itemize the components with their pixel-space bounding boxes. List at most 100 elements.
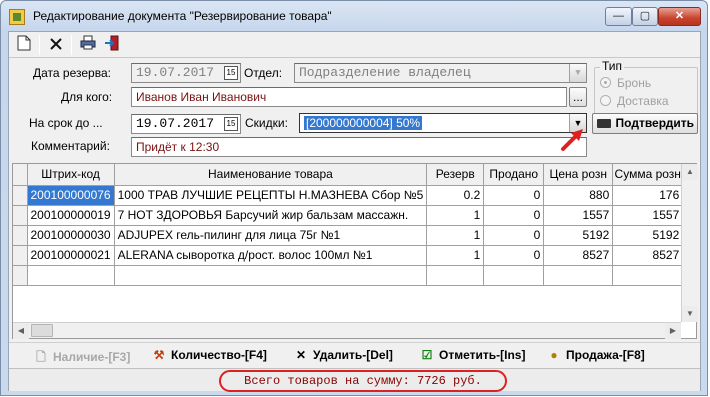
barcode-cell[interactable]: 200100000030 bbox=[27, 225, 115, 246]
reserve-cell[interactable]: 1 bbox=[426, 225, 485, 246]
reserve-date-field[interactable]: 19.07.2017 15 bbox=[131, 63, 241, 83]
print-icon[interactable] bbox=[77, 35, 99, 55]
confirm-button-label: Подтвердить bbox=[615, 116, 694, 130]
table-row[interactable]: 200100000021 ALERANA сыворотка д/рост. в… bbox=[13, 245, 684, 266]
scroll-right-icon[interactable]: ▶ bbox=[665, 323, 681, 339]
department-select[interactable]: Подразделение владелец ▼ bbox=[294, 63, 587, 83]
column-header-name[interactable]: Наименование товара bbox=[114, 164, 428, 186]
name-cell[interactable]: ALERANA сыворотка д/рост. волос 100мл №1 bbox=[114, 245, 428, 266]
row-indicator[interactable] bbox=[13, 225, 28, 246]
check-icon: ☑ bbox=[421, 348, 433, 362]
empty-cell[interactable] bbox=[426, 265, 485, 286]
empty-cell[interactable] bbox=[483, 265, 545, 286]
price-cell[interactable]: 880 bbox=[543, 185, 614, 206]
title-bar[interactable]: Редактирование документа "Резервирование… bbox=[1, 1, 707, 31]
price-cell[interactable]: 8527 bbox=[543, 245, 614, 266]
column-header-sold[interactable]: Продано bbox=[483, 164, 545, 186]
empty-cell[interactable] bbox=[612, 265, 684, 286]
row-indicator[interactable] bbox=[13, 265, 28, 286]
due-date-field[interactable]: 19.07.2017 15 bbox=[131, 114, 241, 134]
delete-icon[interactable] bbox=[45, 35, 67, 55]
calendar-icon[interactable]: 15 bbox=[224, 117, 238, 131]
action-bar: 🗋 Наличие-[F3] ⚒ Количество-[F4] ✕ Удалить-… bbox=[9, 342, 700, 368]
barcode-cell[interactable]: 200100000076 bbox=[27, 185, 115, 206]
column-header-barcode[interactable]: Штрих-код bbox=[27, 164, 115, 186]
table-row[interactable]: 200100000076 1000 ТРАВ ЛУЧШИЕ РЕЦЕПТЫ Н.… bbox=[13, 185, 684, 206]
reserve-cell[interactable]: 1 bbox=[426, 245, 485, 266]
scroll-down-icon[interactable]: ▼ bbox=[682, 306, 698, 322]
sold-cell[interactable]: 0 bbox=[483, 185, 545, 206]
vertical-scrollbar[interactable]: ▲ ▼ bbox=[681, 164, 698, 322]
app-icon bbox=[9, 9, 25, 25]
exit-icon[interactable] bbox=[101, 35, 123, 55]
radio-dot-icon bbox=[600, 77, 611, 88]
radio-dot-icon bbox=[600, 95, 611, 106]
empty-cell[interactable] bbox=[114, 265, 428, 286]
name-cell[interactable]: ADJUPEX гель-пилинг для лица 75г №1 bbox=[114, 225, 428, 246]
department-label: Отдел: bbox=[244, 66, 283, 80]
column-header-price[interactable]: Цена розн bbox=[543, 164, 614, 186]
for-whom-field[interactable]: Иванов Иван Иванович bbox=[131, 87, 567, 107]
reserve-cell[interactable]: 0.2 bbox=[426, 185, 485, 206]
barcode-cell[interactable]: 200100000019 bbox=[27, 205, 115, 226]
sum-cell[interactable]: 176 bbox=[612, 185, 684, 206]
sum-cell[interactable]: 5192 bbox=[612, 225, 684, 246]
goods-table[interactable]: Штрих-код Наименование товара Резерв Про… bbox=[12, 163, 698, 339]
comment-field[interactable]: Придёт к 12:30 bbox=[131, 137, 587, 157]
type-radio-delivery[interactable]: Доставка bbox=[600, 94, 669, 108]
empty-cell[interactable] bbox=[543, 265, 614, 286]
delete-x-icon: ✕ bbox=[295, 348, 307, 362]
discounts-label: Скидки: bbox=[245, 116, 288, 130]
document-window: Редактирование документа "Резервирование… bbox=[0, 0, 708, 396]
empty-cell[interactable] bbox=[27, 265, 115, 286]
confirm-button[interactable]: Подтвердить bbox=[592, 113, 698, 134]
table-row-empty[interactable] bbox=[13, 265, 684, 286]
type-radio-reservation[interactable]: Бронь bbox=[600, 76, 651, 90]
type-option-label: Доставка bbox=[617, 94, 669, 108]
quantity-label: Количество-[F4] bbox=[171, 348, 267, 362]
row-indicator[interactable] bbox=[13, 245, 28, 266]
scroll-up-icon[interactable]: ▲ bbox=[682, 164, 698, 180]
column-header-reserve[interactable]: Резерв bbox=[426, 164, 485, 186]
department-value: Подразделение владелец bbox=[299, 65, 471, 80]
discounts-select[interactable]: [200000000004] 50% ▼ bbox=[299, 113, 587, 133]
calendar-icon[interactable]: 15 bbox=[224, 66, 238, 80]
price-cell[interactable]: 1557 bbox=[543, 205, 614, 226]
status-bar: Всего товаров на сумму: 7726 руб. bbox=[9, 368, 700, 392]
mark-button[interactable]: ☑ Отметить-[Ins] bbox=[419, 348, 526, 362]
scroll-thumb[interactable] bbox=[31, 324, 53, 337]
window-title: Редактирование документа "Резервирование… bbox=[33, 9, 332, 23]
quantity-button[interactable]: ⚒ Количество-[F4] bbox=[151, 348, 267, 362]
row-indicator[interactable] bbox=[13, 185, 28, 206]
scroll-left-icon[interactable]: ◀ bbox=[13, 323, 29, 339]
total-sum-text: Всего товаров на сумму: 7726 руб. bbox=[219, 370, 507, 392]
maximize-button[interactable]: ▢ bbox=[632, 7, 658, 26]
column-header-sum[interactable]: Сумма розн bbox=[612, 164, 684, 186]
sale-button[interactable]: ● Продажа-[F8] bbox=[546, 348, 645, 362]
comment-value: Придёт к 12:30 bbox=[136, 140, 220, 154]
price-cell[interactable]: 5192 bbox=[543, 225, 614, 246]
sum-cell[interactable]: 8527 bbox=[612, 245, 684, 266]
sold-cell[interactable]: 0 bbox=[483, 245, 545, 266]
sold-cell[interactable]: 0 bbox=[483, 225, 545, 246]
horizontal-scrollbar[interactable]: ◀ ▶ bbox=[13, 322, 681, 339]
reserve-cell[interactable]: 1 bbox=[426, 205, 485, 226]
barcode-cell[interactable]: 200100000021 bbox=[27, 245, 115, 266]
sold-cell[interactable]: 0 bbox=[483, 205, 545, 226]
row-indicator[interactable] bbox=[13, 205, 28, 226]
availability-button[interactable]: 🗋 Наличие-[F3] bbox=[33, 348, 130, 369]
close-button[interactable]: ✕ bbox=[658, 7, 701, 26]
name-cell[interactable]: 7 НОТ ЗДОРОВЬЯ Барсучий жир бальзам масс… bbox=[114, 205, 428, 226]
minimize-button[interactable]: — bbox=[605, 7, 632, 26]
choose-client-button[interactable]: ... bbox=[569, 87, 587, 107]
name-cell[interactable]: 1000 ТРАВ ЛУЧШИЕ РЕЦЕПТЫ Н.МАЗНЕВА Сбор … bbox=[114, 185, 428, 206]
sale-label: Продажа-[F8] bbox=[566, 348, 645, 362]
due-date-value: 19.07.2017 bbox=[136, 116, 215, 131]
new-document-icon[interactable] bbox=[13, 35, 35, 55]
delete-button[interactable]: ✕ Удалить-[Del] bbox=[293, 348, 393, 362]
client-area: Дата резерва: 19.07.2017 15 Отдел: Подра… bbox=[8, 31, 701, 392]
dropdown-arrow-icon[interactable]: ▼ bbox=[569, 64, 586, 82]
sum-cell[interactable]: 1557 bbox=[612, 205, 684, 226]
table-row[interactable]: 200100000030 ADJUPEX гель-пилинг для лиц… bbox=[13, 225, 684, 246]
table-row[interactable]: 200100000019 7 НОТ ЗДОРОВЬЯ Барсучий жир… bbox=[13, 205, 684, 226]
